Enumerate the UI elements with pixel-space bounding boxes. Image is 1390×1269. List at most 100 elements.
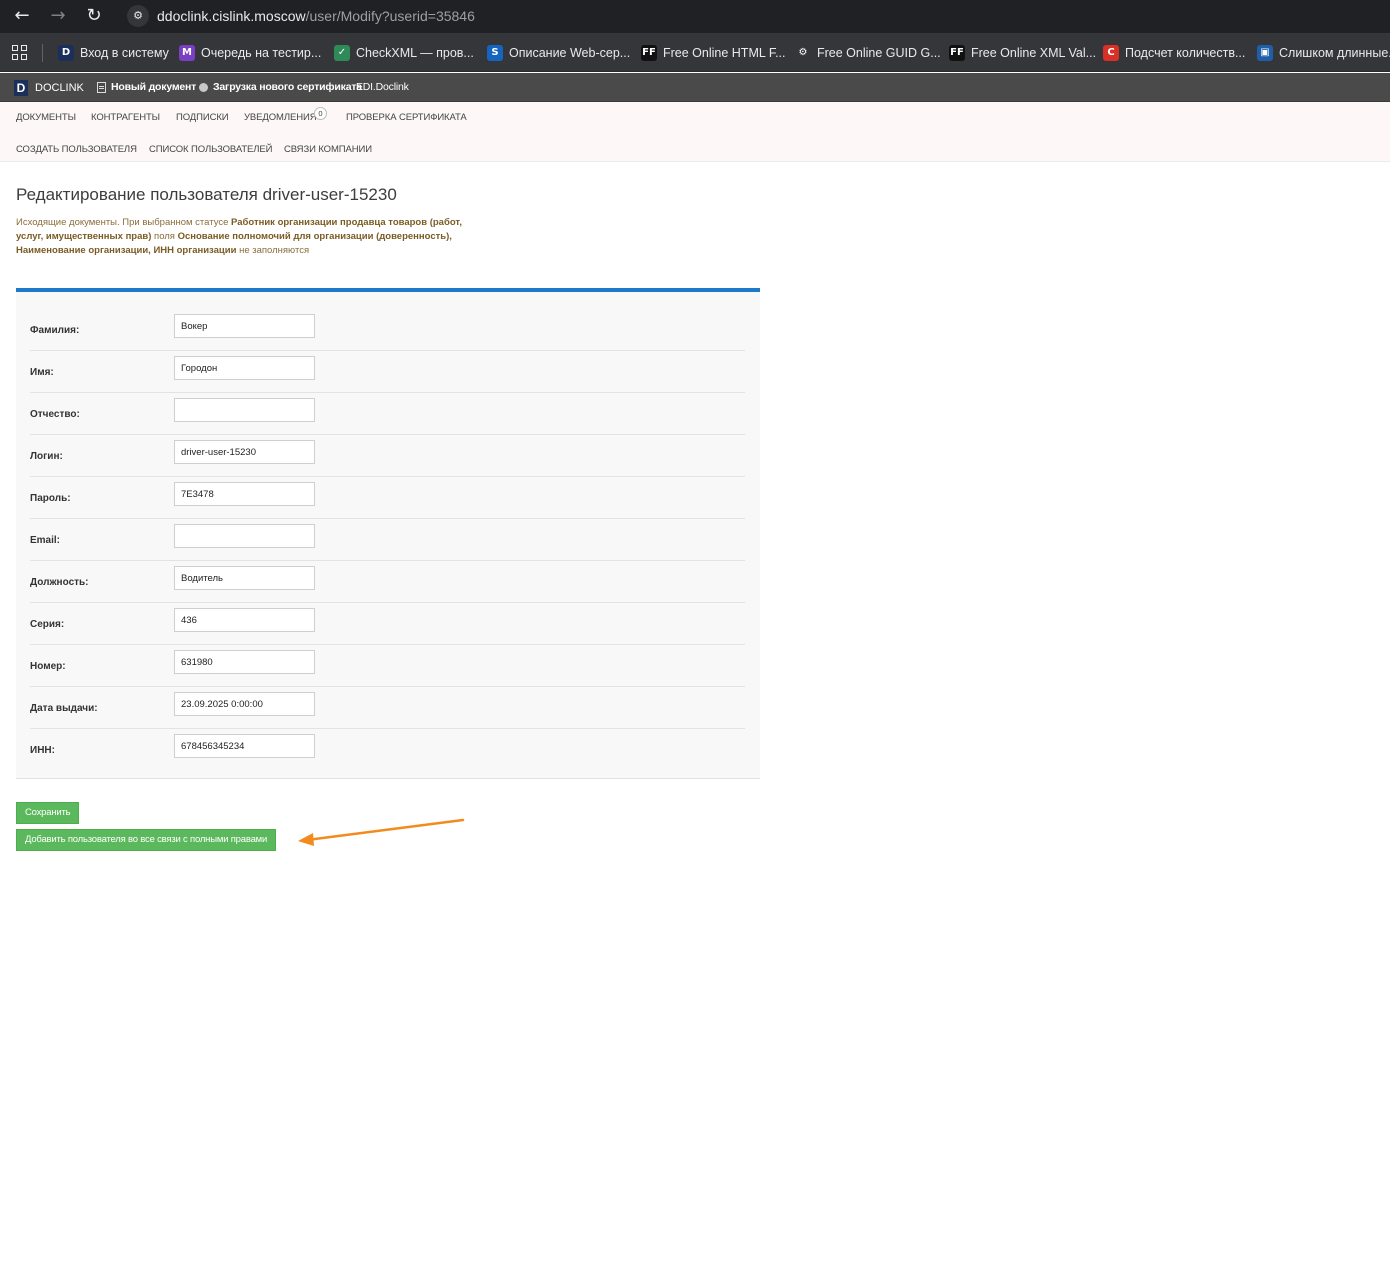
- new-document-label: Новый документ: [111, 81, 197, 93]
- login-label: Логин:: [30, 451, 63, 462]
- last-name-label: Фамилия:: [30, 325, 80, 336]
- bookmark-label: Free Online GUID G...: [817, 46, 941, 60]
- bookmark-favicon-icon: FF: [641, 45, 657, 61]
- bookmark-favicon-icon: C: [1103, 45, 1119, 61]
- issue-date-label: Дата выдачи:: [30, 703, 98, 714]
- bookmark-item[interactable]: M Очередь на тестир...: [179, 44, 321, 62]
- annotation-arrow-icon: [298, 818, 465, 846]
- nav-user-list[interactable]: СПИСОК ПОЛЬЗОВАТЕЛЕЙ: [149, 144, 272, 155]
- position-label: Должность:: [30, 577, 89, 588]
- site-info-icon[interactable]: ⚙: [127, 5, 149, 27]
- nav-notifications[interactable]: УВЕДОМЛЕНИЯ: [244, 112, 317, 123]
- back-arrow-icon[interactable]: ←: [10, 4, 34, 28]
- bookmark-label: Подсчет количеств...: [1125, 46, 1246, 60]
- form-row-inn: ИНН:: [30, 729, 745, 771]
- form-row-number: Номер:: [30, 645, 745, 687]
- save-button[interactable]: Сохранить: [16, 802, 80, 824]
- form-row-login: Логин:: [30, 435, 745, 477]
- bookmark-label: Слишком длинные...: [1279, 46, 1390, 60]
- series-input[interactable]: [174, 608, 315, 632]
- bookmark-label: Free Online HTML F...: [663, 46, 786, 60]
- login-input[interactable]: [174, 440, 315, 464]
- nav-company-links[interactable]: СВЯЗИ КОМПАНИИ: [284, 144, 372, 155]
- bookmark-item[interactable]: FF Free Online XML Val...: [949, 44, 1096, 62]
- bookmark-item[interactable]: C Подсчет количеств...: [1103, 44, 1245, 62]
- notice-part-2: поля: [151, 231, 178, 242]
- first-name-label: Имя:: [30, 367, 54, 378]
- page-title: Редактирование пользователя driver-user-…: [16, 185, 397, 204]
- notice-part-1: Исходящие документы. При выбранном стату…: [16, 217, 232, 228]
- bookmark-favicon-icon: ⚙: [795, 45, 811, 61]
- bookmarks-separator: [42, 44, 43, 62]
- form-row-position: Должность:: [30, 561, 745, 603]
- bookmark-favicon-icon: FF: [949, 45, 965, 61]
- inn-input[interactable]: [174, 734, 315, 758]
- email-input[interactable]: [174, 524, 315, 548]
- nav-subscriptions[interactable]: ПОДПИСКИ: [176, 112, 229, 123]
- bookmark-favicon-icon: D: [58, 45, 74, 61]
- document-icon: [97, 81, 106, 93]
- bookmark-favicon-icon: ✓: [334, 45, 350, 61]
- patronymic-label: Отчество:: [30, 409, 80, 420]
- sub-navigation: ДОКУМЕНТЫ КОНТРАГЕНТЫ ПОДПИСКИ УВЕДОМЛЕН…: [0, 102, 1390, 162]
- patronymic-input[interactable]: [174, 398, 315, 422]
- number-input[interactable]: [174, 650, 315, 674]
- form-row-patronymic: Отчество:: [30, 393, 745, 435]
- inn-label: ИНН:: [30, 745, 55, 756]
- new-document-link[interactable]: Новый документ: [97, 81, 196, 93]
- bookmark-favicon-icon: ▣: [1257, 45, 1273, 61]
- form-row-last-name: Фамилия:: [30, 309, 745, 351]
- password-label: Пароль:: [30, 493, 71, 504]
- bookmark-favicon-icon: S: [487, 45, 503, 61]
- form-row-email: Email:: [30, 519, 745, 561]
- series-label: Серия:: [30, 619, 65, 630]
- bookmark-label: Вход в систему: [80, 46, 169, 60]
- apps-grid-icon[interactable]: [12, 45, 28, 61]
- last-name-input[interactable]: [174, 314, 315, 338]
- form-row-series: Серия:: [30, 603, 745, 645]
- bookmark-item[interactable]: ⚙ Free Online GUID G...: [795, 44, 941, 62]
- browser-toolbar: ← → ↻ ⚙ ddoclink.cislink.moscow/user/Mod…: [0, 0, 1390, 33]
- notice-part-3: не заполняются: [236, 245, 310, 256]
- bookmarks-bar: D Вход в систему M Очередь на тестир... ✓ Che…: [0, 33, 1390, 72]
- upload-certificate-label: Загрузка нового сертификата: [213, 81, 362, 93]
- bookmark-item[interactable]: D Вход в систему: [58, 44, 169, 62]
- bookmark-item[interactable]: ✓ CheckXML — пров...: [334, 44, 474, 62]
- email-label: Email:: [30, 535, 61, 546]
- nav-certificate-check[interactable]: ПРОВЕРКА СЕРТИФИКАТА: [346, 112, 467, 123]
- password-input[interactable]: [174, 482, 315, 506]
- user-edit-form: Фамилия: Имя: Отчество: Логин: Пароль: E…: [16, 288, 760, 779]
- form-row-password: Пароль:: [30, 477, 745, 519]
- first-name-input[interactable]: [174, 356, 315, 380]
- certificate-icon: [199, 82, 208, 92]
- position-input[interactable]: [174, 566, 315, 590]
- nav-documents[interactable]: ДОКУМЕНТЫ: [16, 112, 76, 123]
- reload-icon[interactable]: ↻: [82, 4, 106, 28]
- bookmark-favicon-icon: M: [179, 45, 195, 61]
- app-name[interactable]: DOCLINK: [35, 82, 84, 94]
- doclink-logo[interactable]: D: [14, 80, 28, 96]
- app-header: D DOCLINK Новый документ Загрузка нового…: [0, 73, 1390, 102]
- bookmark-item[interactable]: FF Free Online HTML F...: [641, 44, 786, 62]
- url-text[interactable]: ddoclink.cislink.moscow/user/Modify?user…: [157, 8, 475, 24]
- url-host: ddoclink.cislink.moscow: [157, 8, 306, 24]
- notice-text: Исходящие документы. При выбранном стату…: [16, 216, 486, 258]
- issue-date-input[interactable]: [174, 692, 315, 716]
- number-label: Номер:: [30, 661, 66, 672]
- bookmark-item[interactable]: ▣ Слишком длинные...: [1257, 44, 1390, 62]
- form-row-first-name: Имя:: [30, 351, 745, 393]
- forward-arrow-icon[interactable]: →: [46, 4, 70, 28]
- bookmark-label: Free Online XML Val...: [971, 46, 1097, 60]
- nav-counterparties[interactable]: КОНТРАГЕНТЫ: [91, 112, 160, 123]
- bookmark-label: Очередь на тестир...: [201, 46, 322, 60]
- bookmark-label: CheckXML — пров...: [356, 46, 474, 60]
- add-to-all-links-button[interactable]: Добавить пользователя во все связи с пол…: [16, 829, 277, 851]
- bookmark-label: Описание Web-сер...: [509, 46, 631, 60]
- notifications-count-badge: 0: [314, 107, 327, 120]
- nav-create-user[interactable]: СОЗДАТЬ ПОЛЬЗОВАТЕЛЯ: [16, 144, 137, 155]
- bookmark-item[interactable]: S Описание Web-сер...: [487, 44, 630, 62]
- upload-certificate-link[interactable]: Загрузка нового сертификата: [199, 81, 362, 93]
- url-path: /user/Modify?userid=35846: [305, 8, 475, 24]
- form-row-issue-date: Дата выдачи:: [30, 687, 745, 729]
- edi-doclink-link[interactable]: EDI.Doclink: [356, 81, 409, 93]
